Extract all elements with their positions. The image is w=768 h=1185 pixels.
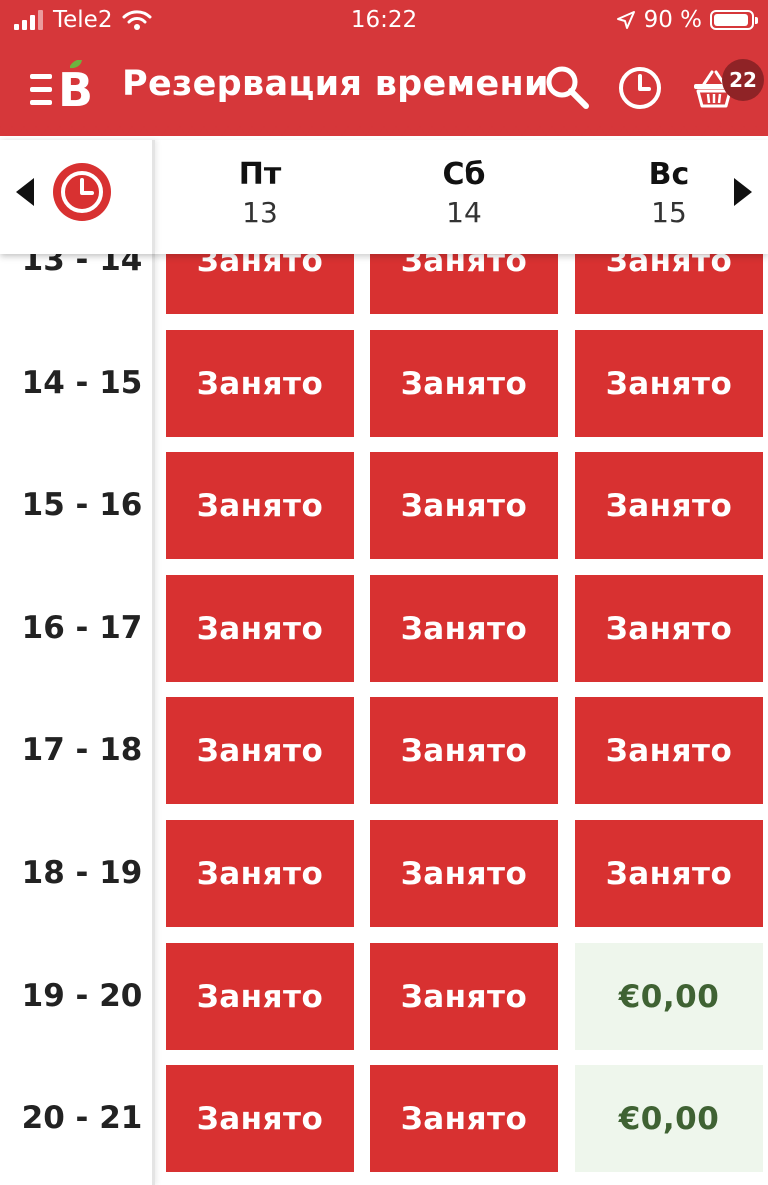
battery-percent: 90 %	[643, 7, 702, 33]
search-icon[interactable]	[544, 64, 590, 110]
slot-busy-cell[interactable]: Занято	[370, 330, 558, 437]
time-label: 18 - 19	[21, 855, 143, 891]
slot-busy-cell[interactable]: Занято	[370, 575, 558, 682]
slot-busy-cell[interactable]: Занято	[166, 330, 354, 437]
next-days-arrow-icon[interactable]	[734, 178, 752, 206]
slot-busy-cell[interactable]: Занято	[166, 1065, 354, 1172]
time-label: 17 - 18	[21, 732, 143, 768]
menu-icon[interactable]: B	[30, 60, 98, 114]
clock-toggle-icon[interactable]	[52, 162, 112, 222]
time-slot-row: 15 - 16 Занято Занято Занято	[0, 452, 768, 559]
day-column-fri: Пт 13	[166, 156, 354, 232]
slot-busy-cell[interactable]: Занято	[575, 820, 763, 927]
time-label: 20 - 21	[21, 1100, 143, 1136]
slot-busy-cell[interactable]: Занято	[575, 575, 763, 682]
slot-busy-cell[interactable]: Занято	[370, 820, 558, 927]
page-title: Резервация времени	[122, 64, 549, 104]
slot-busy-cell[interactable]: Занято	[575, 330, 763, 437]
logo-letter: B	[58, 63, 93, 114]
cart-badge[interactable]: 22	[722, 59, 764, 101]
time-slot-row: 13 - 14 Занято Занято Занято	[0, 254, 768, 314]
time-slot-row: 18 - 19 Занято Занято Занято	[0, 820, 768, 927]
slot-busy-cell[interactable]: Занято	[575, 452, 763, 559]
battery-icon	[710, 10, 758, 30]
clock-icon[interactable]	[616, 64, 664, 112]
top-bar: Tele2 16:22 90 % B Резервация времени 22	[0, 0, 768, 136]
status-right: 90 %	[616, 7, 758, 33]
time-slot-row: 19 - 20 Занято Занято €0,00	[0, 943, 768, 1050]
time-slot-row: 14 - 15 Занято Занято Занято	[0, 330, 768, 437]
zigzag-edge	[0, 126, 768, 136]
day-column-sat: Сб 14	[370, 156, 558, 232]
time-slot-row: 20 - 21 Занято Занято €0,00	[0, 1065, 768, 1172]
slot-busy-cell[interactable]: Занято	[166, 820, 354, 927]
day-number: 14	[446, 196, 482, 229]
time-label: 14 - 15	[21, 365, 143, 401]
slot-available-cell[interactable]: €0,00	[575, 1065, 763, 1172]
location-icon	[616, 11, 635, 29]
slot-busy-cell[interactable]: Занято	[370, 452, 558, 559]
time-slot-row: 17 - 18 Занято Занято Занято	[0, 697, 768, 804]
time-slot-row: 16 - 17 Занято Занято Занято	[0, 575, 768, 682]
header-corner	[0, 140, 155, 254]
slot-busy-cell[interactable]: Занято	[370, 943, 558, 1050]
time-slot-grid: 13 - 14 Занято Занято Занято 14 - 15 Занято За…	[0, 254, 768, 1185]
time-label: 19 - 20	[21, 978, 143, 1014]
prev-days-arrow-icon[interactable]	[16, 178, 34, 206]
slot-busy-cell[interactable]: Занято	[370, 1065, 558, 1172]
day-name: Сб	[442, 157, 486, 192]
day-number: 13	[242, 196, 278, 229]
slot-busy-cell[interactable]: Занято	[166, 697, 354, 804]
slot-busy-cell[interactable]: Занято	[575, 254, 763, 314]
slot-available-cell[interactable]: €0,00	[575, 943, 763, 1050]
status-bar: Tele2 16:22 90 %	[0, 0, 768, 44]
slot-busy-cell[interactable]: Занято	[166, 254, 354, 314]
time-label: 13 - 14	[21, 254, 143, 278]
time-label: 16 - 17	[21, 610, 143, 646]
slot-busy-cell[interactable]: Занято	[575, 697, 763, 804]
day-header: Пт 13 Сб 14 Вс 15	[0, 140, 768, 254]
app-bar: B Резервация времени 22	[0, 50, 768, 126]
slot-busy-cell[interactable]: Занято	[370, 697, 558, 804]
time-label: 15 - 16	[21, 487, 143, 523]
slot-busy-cell[interactable]: Занято	[166, 575, 354, 682]
slot-busy-cell[interactable]: Занято	[370, 254, 558, 314]
slot-busy-cell[interactable]: Занято	[166, 943, 354, 1050]
slot-busy-cell[interactable]: Занято	[166, 452, 354, 559]
day-name: Пт	[238, 157, 282, 192]
